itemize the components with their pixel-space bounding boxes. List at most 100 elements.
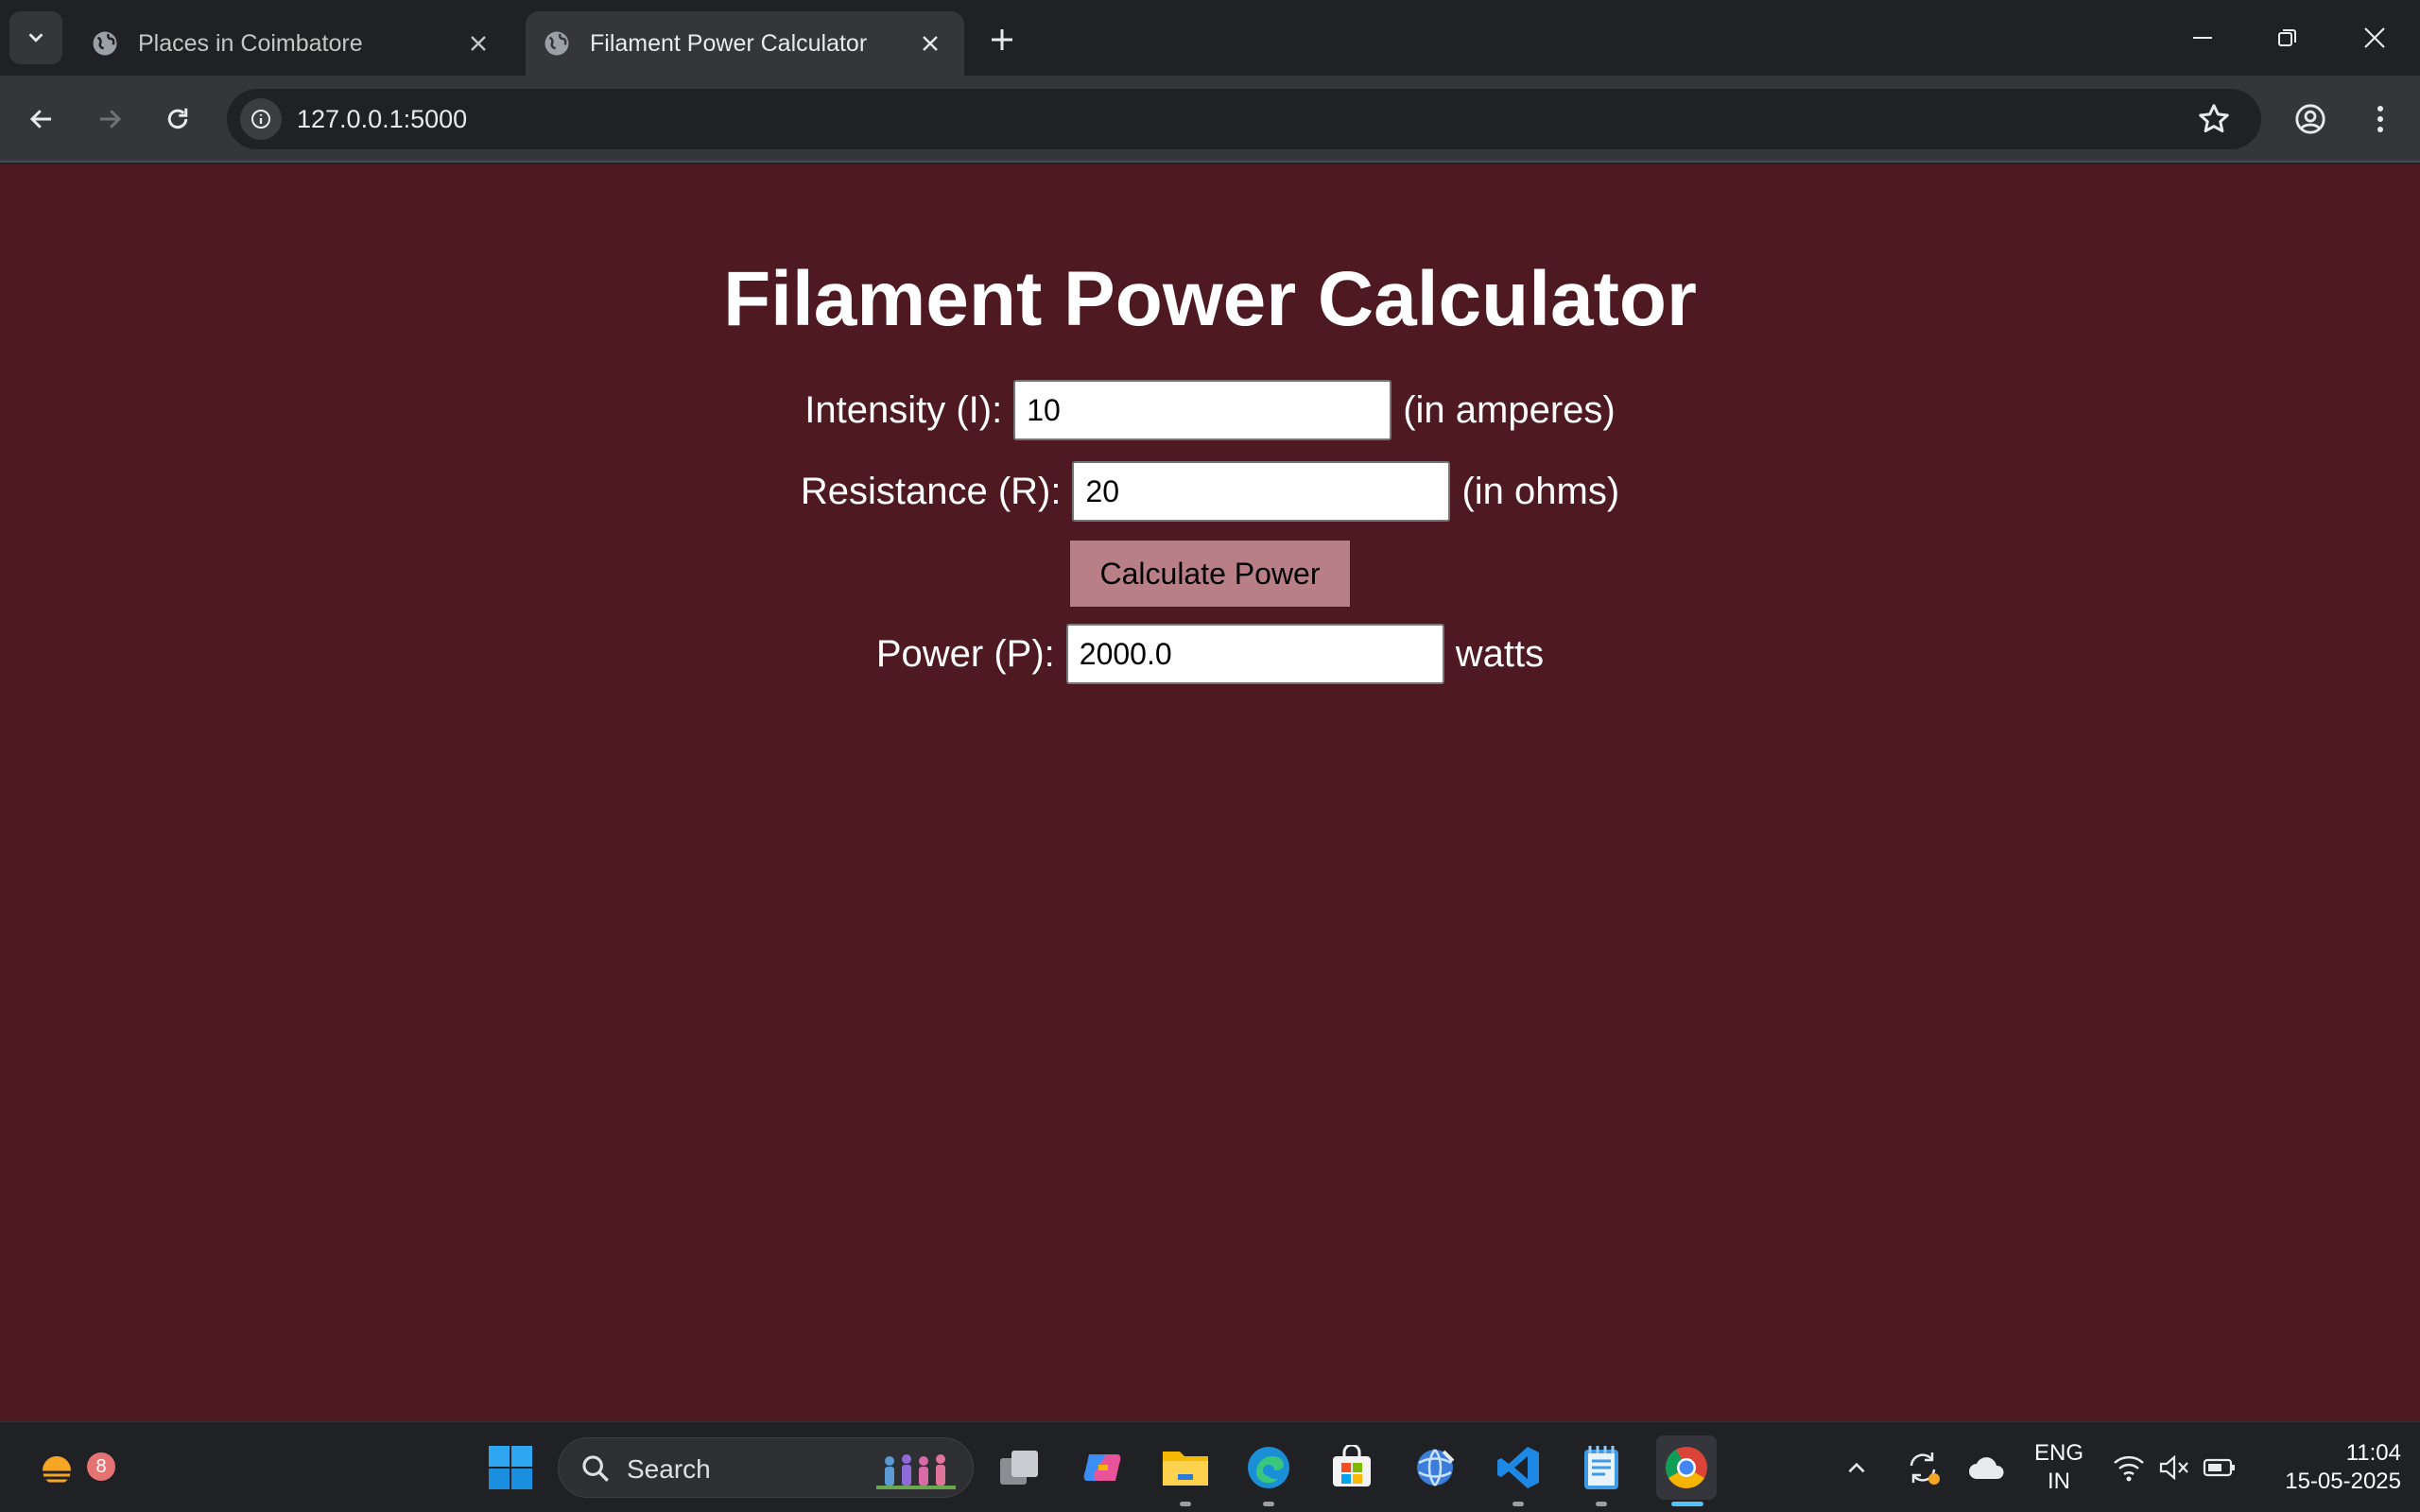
reload-button[interactable] [155, 96, 200, 142]
arrow-right-icon [100, 110, 122, 129]
folder-icon [1163, 1452, 1208, 1486]
globe-network-icon [1417, 1449, 1455, 1486]
microsoft-store-button[interactable] [1323, 1439, 1380, 1496]
more-vertical-icon [2377, 106, 2383, 132]
power-row: Power (P): watts [0, 624, 2420, 684]
active-indicator [1671, 1502, 1703, 1506]
cloud-icon [1969, 1457, 2004, 1479]
search-icon [582, 1455, 609, 1482]
notification-badge: 8 [87, 1452, 115, 1481]
edge-button[interactable] [1240, 1439, 1297, 1496]
globe-icon [544, 31, 569, 56]
close-icon [2364, 27, 2385, 48]
calculate-power-button[interactable]: Calculate Power [1070, 541, 1350, 607]
restore-button[interactable] [2257, 13, 2318, 62]
close-window-button[interactable] [2344, 13, 2405, 62]
tab-title: Places in Coimbatore [138, 29, 363, 57]
clock[interactable]: 11:04 15-05-2025 [2259, 1439, 2401, 1496]
task-view-button[interactable] [991, 1439, 1047, 1496]
battery-status[interactable] [2199, 1439, 2240, 1496]
resistance-row: Resistance (R): (in ohms) [0, 461, 2420, 522]
intensity-input[interactable] [1013, 380, 1392, 440]
intensity-unit: (in amperes) [1403, 388, 1616, 431]
resistance-unit: (in ohms) [1461, 470, 1620, 512]
minimize-button[interactable] [2172, 13, 2233, 62]
address-bar[interactable]: 127.0.0.1:5000 [227, 89, 2261, 149]
back-button[interactable] [19, 96, 64, 142]
vscode-button[interactable] [1490, 1439, 1547, 1496]
arrow-left-icon [29, 110, 51, 129]
tab-search-button[interactable] [9, 11, 62, 64]
bookmark-star-icon[interactable] [2197, 102, 2231, 136]
start-button[interactable] [482, 1439, 539, 1496]
weather-sun-icon [43, 1456, 71, 1486]
forward-button[interactable] [87, 96, 132, 142]
browser-menu-button[interactable] [2358, 96, 2403, 142]
globe-icon [93, 31, 117, 56]
taskbar: 8 Search ENG IN 11:04 15-05-2025 [0, 1421, 2420, 1512]
running-indicator [1263, 1502, 1274, 1506]
power-label: Power (P): [875, 632, 1055, 675]
search-placeholder: Search [627, 1454, 711, 1484]
close-tab-icon[interactable] [465, 30, 492, 57]
wifi-icon [2114, 1455, 2144, 1482]
chrome-icon [1666, 1447, 1707, 1488]
site-info-icon[interactable] [240, 98, 282, 140]
power-output[interactable] [1065, 624, 1444, 684]
volume-status[interactable] [2155, 1439, 2193, 1496]
running-indicator [1180, 1502, 1191, 1506]
sync-status-button[interactable] [1900, 1439, 1945, 1496]
language-line1: ENG [2033, 1440, 2083, 1466]
chevron-down-icon [28, 33, 43, 43]
intensity-label: Intensity (I): [804, 388, 1003, 431]
power-unit: watts [1455, 632, 1545, 675]
onedrive-button[interactable] [1962, 1439, 2010, 1496]
time-text: 11:04 [2345, 1440, 2401, 1466]
search-highlight-icon [876, 1454, 956, 1489]
notepad-icon [1584, 1446, 1618, 1489]
reload-icon [167, 108, 188, 129]
tab-title: Filament Power Calculator [590, 29, 868, 57]
notepad-button[interactable] [1573, 1439, 1630, 1496]
profile-icon [2295, 104, 2325, 134]
tab-strip: Places in Coimbatore Filament Power Calc… [0, 0, 2420, 76]
sync-icon [1910, 1452, 1940, 1485]
edge-icon [1248, 1447, 1289, 1488]
weather-widget[interactable]: 8 [28, 1439, 115, 1496]
restore-icon [2278, 29, 2296, 46]
volume-muted-icon [2159, 1454, 2188, 1481]
vscode-icon [1497, 1447, 1539, 1488]
running-indicator [1512, 1502, 1524, 1506]
tab-filament-power-calculator[interactable]: Filament Power Calculator [526, 11, 964, 76]
windows-logo-icon [489, 1446, 532, 1489]
resistance-input[interactable] [1072, 461, 1451, 522]
running-indicator [1596, 1502, 1607, 1506]
copilot-button[interactable] [1074, 1439, 1131, 1496]
plus-icon [992, 29, 1012, 50]
resistance-label: Resistance (R): [800, 470, 1062, 512]
intensity-row: Intensity (I): (in amperes) [0, 380, 2420, 440]
show-hidden-icons-button[interactable] [1836, 1439, 1877, 1496]
date-text: 15-05-2025 [2285, 1469, 2401, 1494]
file-explorer-button[interactable] [1157, 1439, 1214, 1496]
language-line2: IN [2048, 1469, 2070, 1494]
new-tab-button[interactable] [981, 19, 1023, 60]
tab-places-in-coimbatore[interactable]: Places in Coimbatore [74, 11, 512, 76]
task-view-icon [1000, 1451, 1038, 1485]
chevron-up-icon [1848, 1462, 1865, 1473]
store-icon [1333, 1445, 1371, 1486]
url-text[interactable]: 127.0.0.1:5000 [297, 105, 467, 134]
language-indicator[interactable]: ENG IN [2025, 1439, 2093, 1496]
page-title: Filament Power Calculator [723, 256, 1697, 342]
page-content: Filament Power Calculator Intensity (I):… [0, 164, 2420, 1421]
taskbar-search[interactable]: Search [558, 1437, 974, 1498]
network-app-button[interactable] [1407, 1439, 1463, 1496]
chrome-button[interactable] [1656, 1435, 1717, 1500]
copilot-icon [1083, 1454, 1121, 1481]
close-tab-icon[interactable] [917, 30, 943, 57]
browser-toolbar: 127.0.0.1:5000 [0, 76, 2420, 163]
profile-button[interactable] [2288, 96, 2333, 142]
wifi-status[interactable] [2110, 1439, 2148, 1496]
battery-icon [2203, 1458, 2235, 1477]
minimize-icon [2193, 37, 2212, 39]
